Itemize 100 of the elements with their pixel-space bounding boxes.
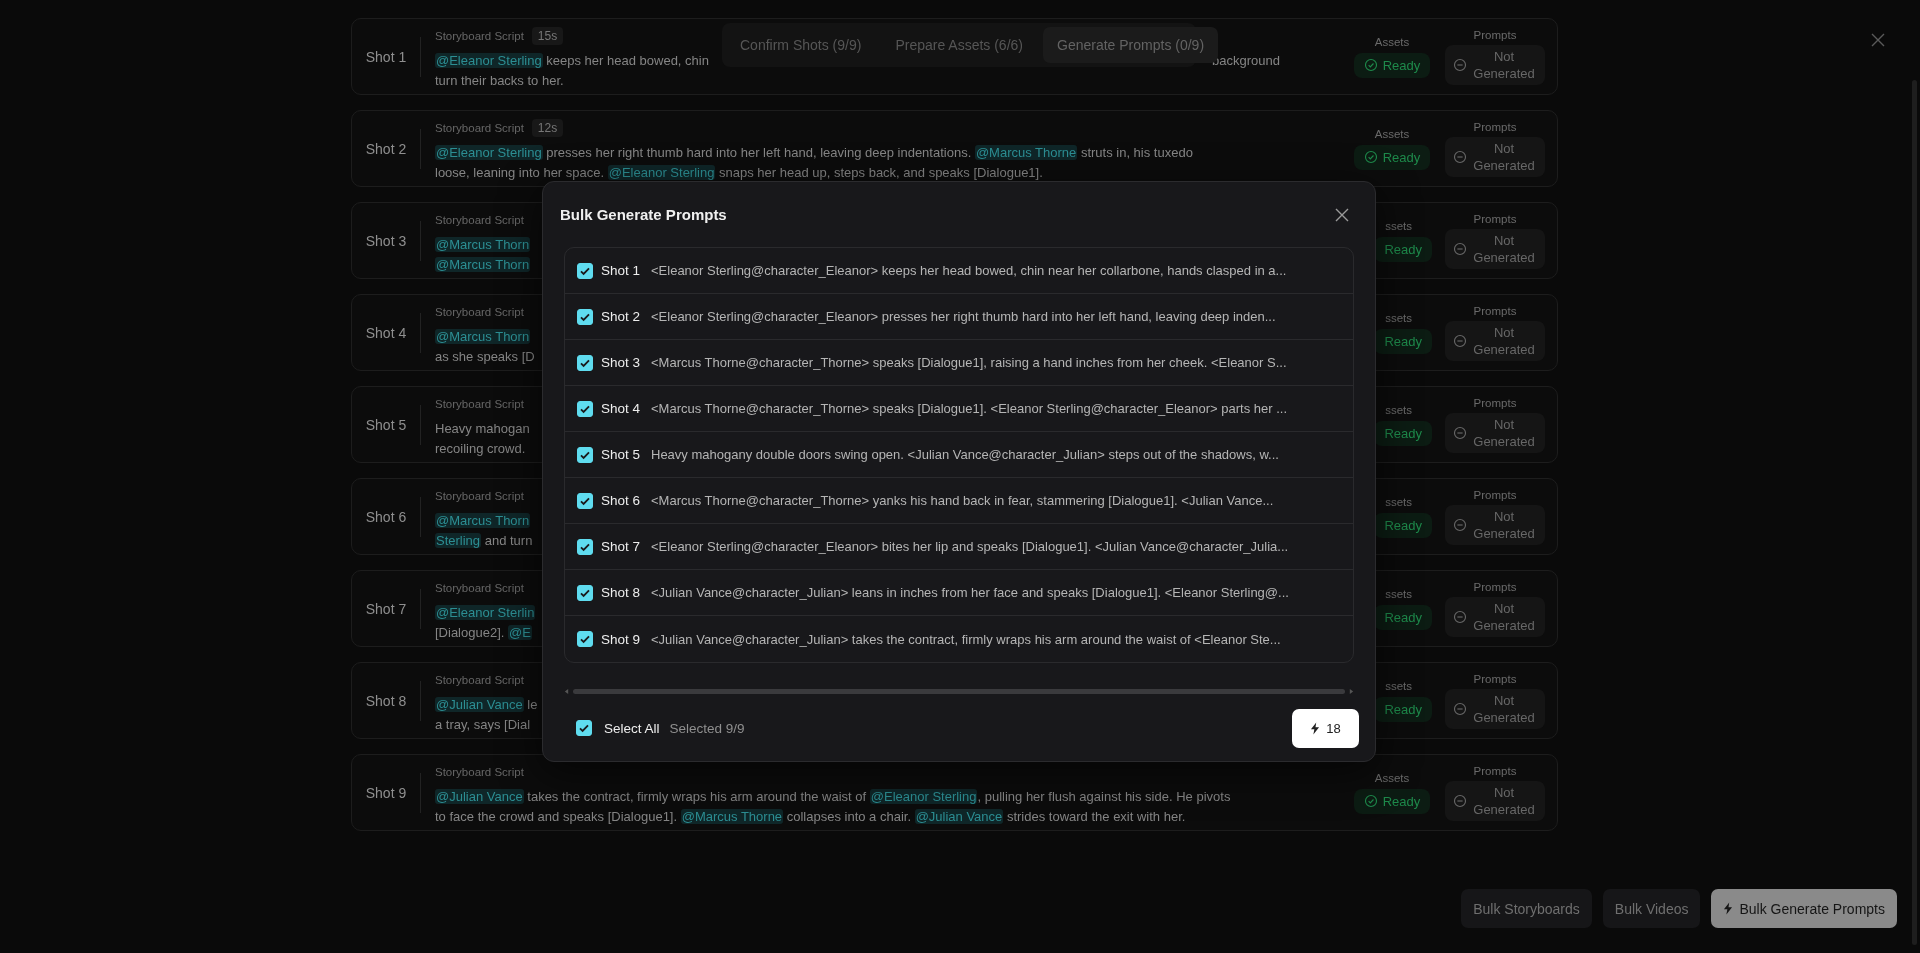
prompt-text: <Julian Vance@character_Julian> takes the contract, firmly wraps his arm around the waist of <Eleanor Ste... xyxy=(651,631,1281,647)
character-mention: @Eleanor Sterling xyxy=(435,144,543,160)
shot-label: Shot 6 xyxy=(601,493,642,508)
lightning-icon xyxy=(1723,902,1734,915)
script-label: Storyboard Script xyxy=(435,306,524,318)
prompts-status: Not Generated xyxy=(1445,44,1545,85)
minus-circle-icon xyxy=(1453,241,1467,256)
prompts-label: Prompts xyxy=(1473,28,1517,41)
prompts-label: Prompts xyxy=(1473,764,1517,777)
script-text: struts in, his tuxedo xyxy=(1079,144,1193,160)
step-tab[interactable]: Prepare Assets (6/6) xyxy=(881,27,1037,63)
assets-status: Ready xyxy=(1374,328,1432,354)
shot-label: Shot 9 xyxy=(364,784,408,801)
shot-label: Shot 5 xyxy=(601,447,642,462)
script-text: presses her right thumb hard into her left hand, leaving deep indentations. xyxy=(545,144,973,160)
script-label: Storyboard Script xyxy=(435,674,524,686)
script-text: turn their backs to her. xyxy=(435,72,564,88)
prompt-text: <Marcus Thorne@character_Thorne> yanks his hand back in fear, stammering [Dialogue1]. <Julian Vance... xyxy=(651,493,1274,508)
shot-label: Shot 3 xyxy=(601,355,642,370)
assets-status: Ready xyxy=(1374,236,1432,262)
bulk-button[interactable]: Bulk Storyboards xyxy=(1461,889,1592,928)
shot-label: Shot 4 xyxy=(601,401,642,416)
shot-label: Shot 7 xyxy=(364,600,408,617)
bulk-button[interactable]: Bulk Generate Prompts xyxy=(1711,889,1897,928)
script-text: le xyxy=(526,696,538,712)
prompts-status: Not Generated xyxy=(1445,596,1545,637)
prompts-status: Not Generated xyxy=(1445,688,1545,729)
assets-label: ssets xyxy=(1385,403,1413,416)
character-mention: @Marcus Thorn xyxy=(435,328,531,344)
script-text: loose, leaning into her space. xyxy=(435,164,606,180)
assets-label: Assets xyxy=(1374,771,1410,784)
checkbox[interactable] xyxy=(577,354,593,371)
prompt-text: <Julian Vance@character_Julian> leans in inches from her face and speaks [Dialogue1]. <Eleanor Sterling@... xyxy=(651,585,1289,600)
character-mention: @E xyxy=(508,624,532,640)
prompt-text: <Eleanor Sterling@character_Eleanor> presses her right thumb hard into her left hand, leaving deep inden... xyxy=(651,309,1276,324)
bulk-button[interactable]: Bulk Videos xyxy=(1602,889,1701,928)
script-text: , pulling her flush against his side. He pivots xyxy=(977,788,1231,804)
checkbox[interactable] xyxy=(577,492,593,509)
checkbox[interactable] xyxy=(576,720,592,736)
step-tab[interactable]: Confirm Shots (9/9) xyxy=(726,27,876,63)
checkbox[interactable] xyxy=(577,538,593,555)
checkbox[interactable] xyxy=(577,308,593,325)
script-text: takes the contract, firmly wraps his arm around the waist of xyxy=(526,788,868,804)
character-mention: @Eleanor Sterlin xyxy=(435,604,536,620)
checkbox[interactable] xyxy=(577,446,593,463)
assets-label: ssets xyxy=(1385,679,1413,692)
prompt-text: <Marcus Thorne@character_Thorne> speaks [Dialogue1]. <Eleanor Sterling@character_Eleanor> parts her ... xyxy=(651,401,1288,416)
check-circle-icon xyxy=(1363,794,1378,808)
prompts-status: Not Generated xyxy=(1445,780,1545,821)
character-mention: @Eleanor Sterling xyxy=(869,788,978,804)
script-text: and turn xyxy=(483,532,533,548)
script-label: Storyboard Script xyxy=(435,214,524,226)
assets-label: ssets xyxy=(1385,495,1413,508)
generate-button[interactable]: 18 xyxy=(1292,708,1359,748)
scroll-right-icon[interactable] xyxy=(1349,687,1354,695)
shot-label: Shot 5 xyxy=(364,416,408,433)
check-circle-icon xyxy=(1363,150,1378,164)
script-text: recoiling crowd. xyxy=(435,440,526,456)
character-mention: @Eleanor Sterling xyxy=(607,164,716,180)
duration-tag: 12s xyxy=(531,119,564,137)
prompts-label: Prompts xyxy=(1473,488,1517,501)
minus-circle-icon xyxy=(1453,57,1467,72)
checkbox[interactable] xyxy=(577,400,593,417)
prompts-status: Not Generated xyxy=(1445,228,1545,269)
minus-circle-icon xyxy=(1453,701,1467,716)
script-text: strides toward the exit with her. xyxy=(1005,808,1186,824)
horizontal-scrollbar[interactable] xyxy=(564,687,1354,695)
prompts-label: Prompts xyxy=(1473,672,1517,685)
close-icon[interactable] xyxy=(1334,206,1350,223)
shot-label: Shot 1 xyxy=(601,263,642,278)
checkbox[interactable] xyxy=(577,584,593,601)
scroll-left-icon[interactable] xyxy=(564,687,569,695)
assets-status: Ready xyxy=(1353,788,1431,814)
assets-status: Ready xyxy=(1353,144,1431,170)
assets-status: Ready xyxy=(1353,52,1431,78)
shot-label: Shot 6 xyxy=(364,508,408,525)
script-text: a tray, says [Dial xyxy=(435,716,531,732)
lightning-icon xyxy=(1310,721,1321,735)
prompts-status: Not Generated xyxy=(1445,320,1545,361)
prompt-text: <Eleanor Sterling@character_Eleanor> bites her lip and speaks [Dialogue1]. <Julian Vance@character_Julia... xyxy=(651,539,1289,554)
script-label: Storyboard Script xyxy=(435,30,524,42)
assets-label: ssets xyxy=(1385,311,1413,324)
minus-circle-icon xyxy=(1453,517,1467,532)
prompts-label: Prompts xyxy=(1473,304,1517,317)
character-mention: @Marcus Thorn xyxy=(435,256,531,272)
minus-circle-icon xyxy=(1453,609,1467,624)
prompts-label: Prompts xyxy=(1473,120,1517,133)
check-circle-icon xyxy=(1363,58,1378,72)
character-mention: @Julian Vance xyxy=(435,788,524,804)
shot-label: Shot 1 xyxy=(364,48,408,65)
minus-circle-icon xyxy=(1453,333,1467,348)
checkbox[interactable] xyxy=(577,262,593,279)
assets-label: ssets xyxy=(1385,219,1413,232)
prompts-status: Not Generated xyxy=(1445,136,1545,177)
checkbox[interactable] xyxy=(577,631,593,647)
assets-status: Ready xyxy=(1374,604,1432,630)
script-label: Storyboard Script xyxy=(435,490,524,502)
close-icon[interactable] xyxy=(1870,32,1886,48)
shot-label: Shot 2 xyxy=(364,140,408,157)
character-mention: @Marcus Thorn xyxy=(435,512,531,528)
